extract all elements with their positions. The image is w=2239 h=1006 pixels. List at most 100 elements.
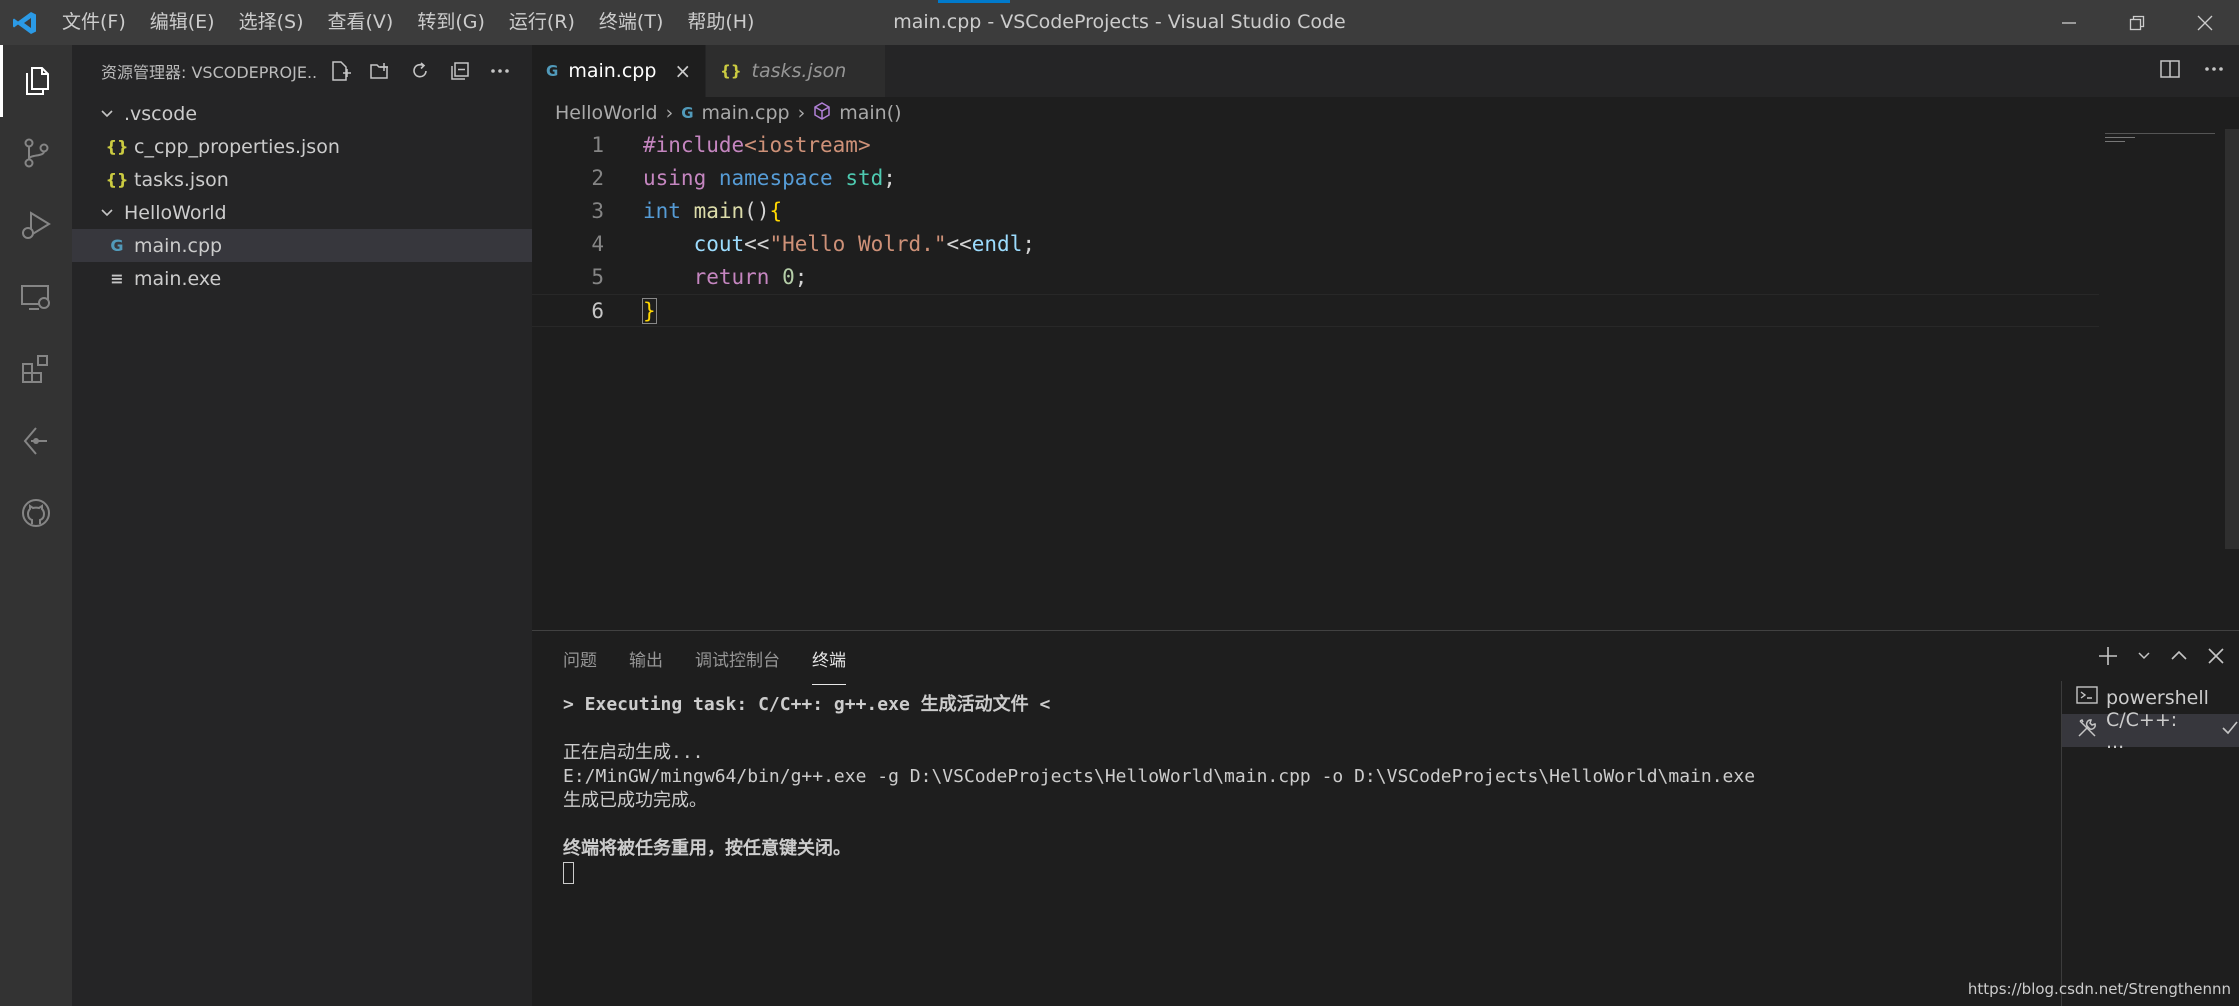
editor-scrollbar[interactable] — [2225, 129, 2239, 549]
code-line: 1 #include<iostream> — [532, 129, 2232, 162]
tree-file-tasks-json[interactable]: {} tasks.json — [72, 163, 532, 196]
terminal-cursor-line — [563, 861, 1755, 885]
remote-explorer-icon[interactable] — [0, 261, 72, 333]
cpp-file-icon: G — [110, 236, 124, 255]
split-editor-icon[interactable] — [2159, 58, 2181, 85]
terminal-line: 终端将被任务重用，按任意键关闭。 — [563, 838, 851, 859]
source-control-icon[interactable] — [0, 117, 72, 189]
menu-bar: 文件(F) 编辑(E) 选择(S) 查看(V) 转到(G) 运行(R) 终端(T… — [50, 0, 766, 45]
terminal-line: 正在启动生成... — [563, 742, 704, 763]
maximize-panel-icon[interactable] — [2169, 646, 2189, 671]
menu-terminal[interactable]: 终端(T) — [587, 0, 675, 45]
more-actions-icon[interactable] — [486, 57, 514, 85]
new-file-icon[interactable] — [326, 57, 354, 85]
breadcrumb-symbol[interactable]: main() — [839, 102, 901, 124]
tree-item-label: tasks.json — [134, 168, 229, 191]
refresh-icon[interactable] — [406, 57, 434, 85]
symbol-method-icon — [813, 101, 831, 125]
line-number: 6 — [591, 299, 604, 323]
panel-tabs: 问题 输出 调试控制台 终端 — [532, 631, 2239, 685]
menu-selection[interactable]: 选择(S) — [227, 0, 316, 45]
json-file-icon: {} — [720, 62, 742, 80]
check-icon — [2221, 719, 2239, 742]
explorer-header: 资源管理器: VSCODEPROJE... — [72, 45, 532, 97]
tab-terminal[interactable]: 终端 — [812, 646, 846, 685]
terminal-list: powershell C/C++: ... — [2061, 681, 2239, 1006]
bottom-panel: 问题 输出 调试控制台 终端 > Executing task: C/C++: … — [532, 630, 2239, 1006]
menu-go[interactable]: 转到(G) — [405, 0, 497, 45]
close-panel-icon[interactable] — [2207, 647, 2225, 670]
menu-help[interactable]: 帮助(H) — [675, 0, 766, 45]
file-tree: .vscode {} c_cpp_properties.json {} task… — [72, 97, 532, 295]
tree-item-label: c_cpp_properties.json — [134, 135, 340, 158]
git-graph-icon[interactable] — [0, 405, 72, 477]
chevron-down-icon — [96, 206, 118, 220]
vscode-logo-icon — [0, 0, 50, 45]
close-icon[interactable]: × — [674, 59, 691, 83]
tree-file-main-cpp[interactable]: G main.cpp — [72, 229, 532, 262]
menu-file[interactable]: 文件(F) — [50, 0, 138, 45]
minimize-button[interactable] — [2035, 0, 2103, 45]
tree-item-label: .vscode — [124, 102, 198, 125]
menu-edit[interactable]: 编辑(E) — [138, 0, 227, 45]
tab-tasks-json[interactable]: {} tasks.json — [706, 45, 887, 97]
new-folder-icon[interactable] — [366, 57, 394, 85]
code-line-current: 6 } — [532, 294, 2099, 327]
terminal-icon — [2076, 685, 2098, 710]
json-file-icon: {} — [105, 170, 129, 189]
panel-actions — [2097, 631, 2225, 685]
terminal-line: 生成已成功完成。 — [563, 790, 707, 811]
chevron-down-icon[interactable] — [2137, 648, 2151, 668]
menu-run[interactable]: 运行(R) — [497, 0, 587, 45]
watermark: https://blog.csdn.net/Strengthennn — [1967, 980, 2231, 998]
tools-icon — [2076, 717, 2098, 744]
tab-label: main.cpp — [568, 60, 657, 82]
title-bar: 文件(F) 编辑(E) 选择(S) 查看(V) 转到(G) 运行(R) 终端(T… — [0, 0, 2239, 45]
title-accent-bar — [938, 0, 1010, 3]
json-file-icon: {} — [105, 137, 129, 156]
menu-view[interactable]: 查看(V) — [316, 0, 406, 45]
chevron-right-icon: › — [797, 102, 806, 124]
tree-file-main-exe[interactable]: ≡ main.exe — [72, 262, 532, 295]
tree-file-c-cpp-properties[interactable]: {} c_cpp_properties.json — [72, 130, 532, 163]
editor-tabs: G main.cpp × {} tasks.json — [532, 45, 2239, 97]
restore-button[interactable] — [2103, 0, 2171, 45]
explorer-sidebar: 资源管理器: VSCODEPROJE... .vscode {} c_cpp_p… — [72, 45, 532, 1006]
tab-main-cpp[interactable]: G main.cpp × — [532, 45, 707, 97]
github-icon[interactable] — [0, 477, 72, 549]
breadcrumb: HelloWorld › G main.cpp › main() — [532, 97, 2239, 129]
extensions-icon[interactable] — [0, 333, 72, 405]
collapse-all-icon[interactable] — [446, 57, 474, 85]
close-window-button[interactable] — [2171, 0, 2239, 45]
terminal-output[interactable]: > Executing task: C/C++: g++.exe 生成活动文件 … — [563, 693, 1755, 885]
window-controls — [2035, 0, 2239, 45]
tree-item-label: HelloWorld — [124, 201, 227, 224]
code-line: 4 cout<<"Hello Wolrd."<<endl; — [532, 228, 2232, 261]
code-line: 5 return 0; — [532, 261, 2232, 294]
terminal-line: E:/MinGW/mingw64/bin/g++.exe -g D:\VSCod… — [563, 766, 1756, 787]
terminal-cursor — [563, 862, 574, 884]
code-line: 2 using namespace std; — [532, 162, 2232, 195]
minimap[interactable] — [2105, 129, 2225, 629]
chevron-right-icon: › — [665, 102, 674, 124]
tree-folder-vscode[interactable]: .vscode — [72, 97, 532, 130]
tab-debug-console[interactable]: 调试控制台 — [695, 646, 780, 671]
breadcrumb-folder[interactable]: HelloWorld — [555, 102, 658, 124]
run-debug-icon[interactable] — [0, 189, 72, 261]
tab-output[interactable]: 输出 — [629, 646, 663, 671]
new-terminal-icon[interactable] — [2097, 645, 2119, 672]
generic-file-icon: ≡ — [110, 269, 124, 288]
terminal-item-cpp-task[interactable]: C/C++: ... — [2062, 709, 2239, 753]
terminal-line: > Executing task: C/C++: g++.exe 生成活动文件 … — [563, 694, 1051, 715]
explorer-icon[interactable] — [0, 45, 72, 117]
terminal-item-label: powershell — [2106, 686, 2209, 709]
more-actions-icon[interactable] — [2203, 58, 2225, 85]
code-area[interactable]: 1 #include<iostream> 2 using namespace s… — [532, 129, 2232, 327]
code-line: 3 int main(){ — [532, 195, 2232, 228]
tree-folder-helloworld[interactable]: HelloWorld — [72, 196, 532, 229]
activity-bar — [0, 45, 72, 1006]
line-number: 5 — [591, 265, 604, 289]
cpp-file-icon: G — [546, 62, 559, 80]
tab-problems[interactable]: 问题 — [563, 646, 597, 671]
breadcrumb-file[interactable]: main.cpp — [702, 102, 790, 124]
